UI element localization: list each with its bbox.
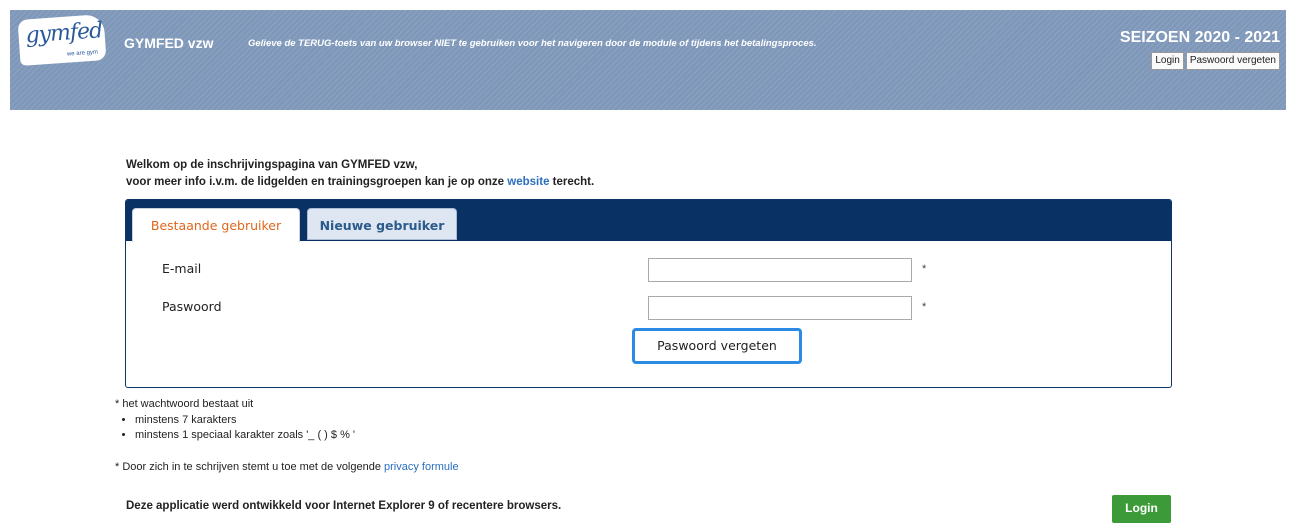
password-rules-list: minstens 7 karakters minstens 1 speciaal…	[115, 413, 355, 443]
email-required-marker: *	[922, 263, 927, 275]
tab-existing-user[interactable]: Bestaande gebruiker	[132, 208, 300, 242]
brand-title: GYMFED vzw	[124, 35, 214, 51]
privacy-link[interactable]: privacy formule	[384, 461, 459, 473]
email-label: E-mail	[162, 261, 202, 276]
email-field[interactable]	[648, 258, 912, 282]
back-button-notice: Gelieve de TERUG-toets van uw browser NI…	[248, 38, 817, 49]
password-rule: minstens 7 karakters	[135, 413, 355, 428]
privacy-text: * Door zich in te schrijven stemt u toe …	[115, 461, 385, 473]
password-required-marker: *	[922, 301, 927, 313]
welcome-line-2-after: terecht.	[549, 176, 595, 188]
password-rule: minstens 1 speciaal karakter zoals '_ ( …	[135, 428, 355, 443]
browser-compat-note: Deze applicatie werd ontwikkeld voor Int…	[126, 500, 562, 512]
welcome-line-2-before: voor meer info i.v.m. de lidgelden en tr…	[126, 176, 508, 188]
logo-tagline: we are gym	[66, 49, 99, 58]
logo-text: gymfed	[24, 18, 103, 49]
website-link[interactable]: website	[507, 176, 549, 188]
password-label: Paswoord	[162, 299, 222, 314]
password-field[interactable]	[648, 296, 912, 320]
tab-new-user[interactable]: Nieuwe gebruiker	[307, 208, 457, 240]
welcome-line-1: Welkom op de inschrijvingspagina van GYM…	[126, 159, 418, 171]
season-label: SEIZOEN 2020 - 2021	[1119, 29, 1280, 46]
forgot-password-button[interactable]: Paswoord vergeten	[632, 328, 802, 364]
login-panel: Bestaande gebruiker Nieuwe gebruiker E-m…	[125, 199, 1172, 388]
header-forgot-password-button[interactable]: Paswoord vergeten	[1185, 52, 1280, 70]
header-bar: gymfed we are gym GYMFED vzw Gelieve de …	[10, 10, 1286, 110]
password-rules: * het wachtwoord bestaat uit minstens 7 …	[115, 397, 355, 443]
header-login-button[interactable]: Login	[1151, 52, 1184, 70]
welcome-line-2: voor meer info i.v.m. de lidgelden en tr…	[126, 174, 594, 191]
tab-bar: Bestaande gebruiker Nieuwe gebruiker	[126, 200, 1171, 242]
header-buttons: Login Paswoord vergeten	[1151, 52, 1280, 70]
welcome-text: Welkom op de inschrijvingspagina van GYM…	[126, 157, 594, 191]
password-rules-intro: * het wachtwoord bestaat uit	[115, 398, 254, 410]
gymfed-logo[interactable]: gymfed we are gym	[17, 14, 107, 66]
privacy-notice: * Door zich in te schrijven stemt u toe …	[115, 461, 459, 473]
